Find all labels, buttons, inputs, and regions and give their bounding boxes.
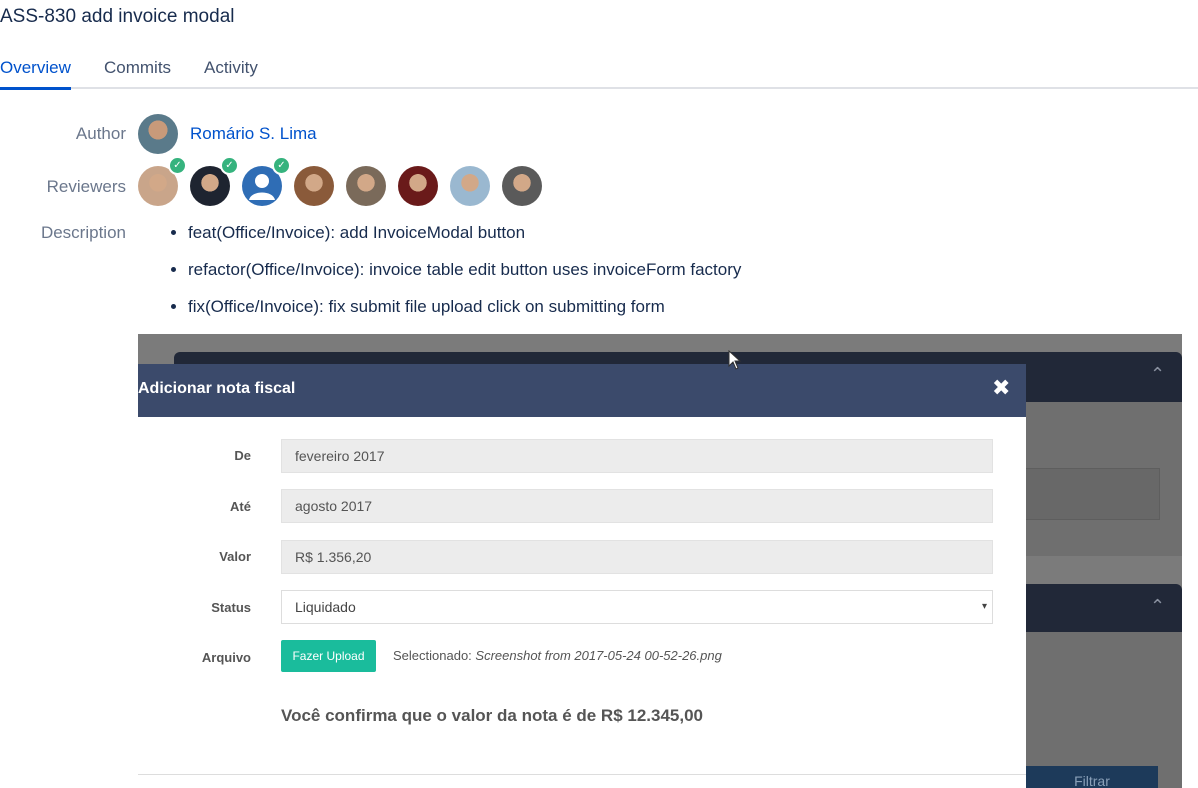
reviewer-avatar[interactable] <box>450 166 490 206</box>
description-list: feat(Office/Invoice): add InvoiceModal b… <box>168 222 741 333</box>
selected-file-info: Selectionado: Screenshot from 2017-05-24… <box>393 648 722 663</box>
approved-check-icon: ✓ <box>220 156 239 175</box>
modal-title: Adicionar nota fiscal <box>138 380 296 397</box>
arquivo-label: Arquivo <box>201 650 251 665</box>
close-icon: ✖ <box>992 376 1011 401</box>
ate-label: Até <box>230 499 251 514</box>
modal-footer-divider <box>138 774 1026 775</box>
filter-button: Filtrar <box>1026 766 1158 788</box>
invoice-modal: Adicionar nota fiscal ✖ De fevereiro 201… <box>138 364 1026 788</box>
chevron-up-icon: ⌃ <box>1150 364 1166 385</box>
description-label: Description <box>40 223 126 242</box>
status-select: Liquidado ▾ <box>281 590 993 624</box>
author-avatar[interactable] <box>138 114 178 154</box>
valor-field: R$ 1.356,20 <box>281 540 993 574</box>
ate-field: agosto 2017 <box>281 489 993 523</box>
author-name-link[interactable]: Romário S. Lima <box>190 124 317 144</box>
tab-commits[interactable]: Commits <box>104 58 171 87</box>
reviewers-label: Reviewers <box>46 177 126 196</box>
de-label: De <box>234 448 251 463</box>
modal-header: Adicionar nota fiscal ✖ <box>138 364 1026 417</box>
tab-activity[interactable]: Activity <box>204 58 258 87</box>
author-label: Author <box>75 124 126 143</box>
list-item: refactor(Office/Invoice): invoice table … <box>188 259 741 296</box>
reviewer-avatar[interactable] <box>294 166 334 206</box>
reviewer-avatar[interactable] <box>502 166 542 206</box>
embedded-screenshot: ⌃ ⌃ Filtrar Adicionar nota fiscal ✖ De f… <box>138 334 1182 788</box>
background-field <box>1018 468 1160 520</box>
reviewer-avatar[interactable] <box>398 166 438 206</box>
approved-check-icon: ✓ <box>272 156 291 175</box>
selected-file-name: Screenshot from 2017-05-24 00-52-26.png <box>475 648 722 663</box>
selected-prefix: Selectionado: <box>393 648 472 663</box>
page-title: ASS-830 add invoice modal <box>0 6 235 27</box>
de-field: fevereiro 2017 <box>281 439 993 473</box>
valor-label: Valor <box>219 549 251 564</box>
tab-overview[interactable]: Overview <box>0 58 71 90</box>
caret-down-icon: ▾ <box>981 601 987 612</box>
confirm-text: Você confirma que o valor da nota é de R… <box>281 706 704 725</box>
status-label: Status <box>211 600 251 615</box>
list-item: fix(Office/Invoice): fix submit file upl… <box>188 296 741 333</box>
mouse-cursor-icon <box>728 350 742 370</box>
status-value: Liquidado <box>295 599 356 615</box>
reviewer-avatar[interactable] <box>346 166 386 206</box>
chevron-up-icon: ⌃ <box>1150 596 1166 617</box>
approved-check-icon: ✓ <box>168 156 187 175</box>
upload-button: Fazer Upload <box>281 640 376 672</box>
list-item: feat(Office/Invoice): add InvoiceModal b… <box>188 222 741 259</box>
tab-bar: Overview Commits Activity <box>0 56 1198 90</box>
